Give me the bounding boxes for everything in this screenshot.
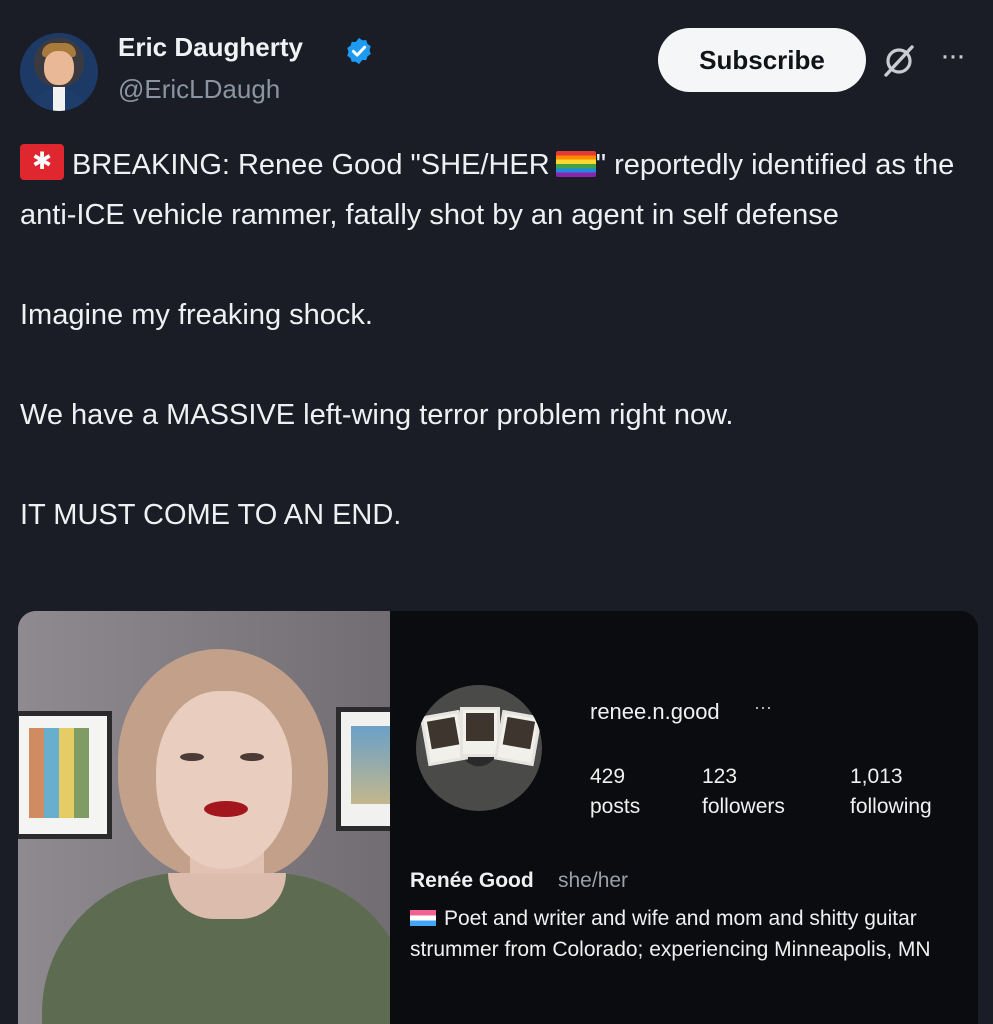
- tweet-line-3: We have a MASSIVE left-wing terror probl…: [20, 399, 734, 431]
- profile-full-name: Renée Good: [410, 869, 534, 892]
- siren-icon: [20, 144, 64, 180]
- followers-count: 123: [702, 765, 738, 788]
- embedded-image[interactable]: renee.n.good ··· 429 posts 123 followers…: [18, 611, 978, 1024]
- tweet-line-1-prefix: BREAKING: Renee Good "SHE/HER: [72, 149, 550, 181]
- verified-badge-icon: [347, 37, 371, 65]
- posts-label: posts: [590, 795, 641, 818]
- trans-flag-icon: [410, 910, 436, 926]
- tweet-text: BREAKING: Renee Good "SHE/HER" reportedl…: [20, 140, 970, 540]
- grok-icon[interactable]: [880, 42, 918, 80]
- tweet-card: Eric Daugherty @EricLDaugh Subscribe ···…: [0, 0, 993, 1024]
- tweet-line-2: Imagine my freaking shock.: [20, 299, 373, 331]
- followers-label: followers: [702, 795, 785, 818]
- profile-bio: Poet and writer and wife and mom and shi…: [410, 903, 950, 965]
- profile-pronouns: she/her: [558, 869, 629, 892]
- following-count: 1,013: [850, 765, 903, 788]
- rainbow-flag-icon: [555, 151, 596, 177]
- author-avatar[interactable]: [20, 33, 98, 111]
- subscribe-button[interactable]: Subscribe: [658, 28, 866, 92]
- tweet-line-4: IT MUST COME TO AN END.: [20, 499, 402, 531]
- tweet-line-1: BREAKING: Renee Good "SHE/HER" reportedl…: [20, 140, 970, 240]
- more-options-icon: ···: [754, 697, 772, 717]
- profile-bio-text: Poet and writer and wife and mom and shi…: [410, 907, 931, 961]
- profile-avatar: [416, 685, 542, 811]
- more-options-icon[interactable]: ···: [940, 41, 966, 71]
- instagram-profile-screenshot: renee.n.good ··· 429 posts 123 followers…: [390, 611, 978, 1024]
- following-label: following: [850, 795, 932, 818]
- author-handle[interactable]: @EricLDaugh: [118, 74, 280, 105]
- profile-username: renee.n.good: [590, 699, 720, 724]
- author-display-name[interactable]: Eric Daugherty: [118, 32, 303, 63]
- posts-count: 429: [590, 765, 626, 788]
- portrait-photo: [18, 611, 390, 1024]
